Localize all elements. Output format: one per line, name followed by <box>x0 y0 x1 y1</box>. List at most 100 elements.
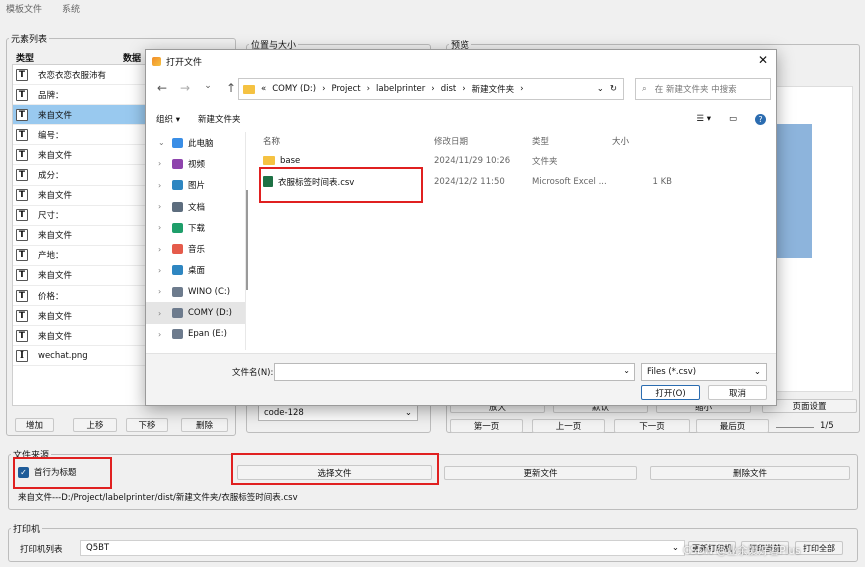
menu-template-file[interactable]: 模板文件 <box>6 2 42 15</box>
chevron-right-icon[interactable]: › <box>158 223 167 232</box>
folder-icon <box>243 84 255 94</box>
breadcrumb-new-folder[interactable]: 新建文件夹 <box>472 83 515 95</box>
tree-item[interactable]: › Epan (E:) <box>146 324 245 345</box>
chevron-right-icon[interactable]: › <box>158 309 167 318</box>
move-up-button[interactable]: 上移 <box>73 418 117 432</box>
tree-item[interactable]: ⌄ 此电脑 <box>146 132 245 153</box>
tree-item[interactable]: › 音乐 <box>146 238 245 259</box>
cancel-button[interactable]: 取消 <box>708 385 767 400</box>
tree-item[interactable]: › 下载 <box>146 217 245 238</box>
filetype-select[interactable]: Files (*.csv) ⌄ <box>641 363 767 381</box>
breadcrumb-dist[interactable]: dist <box>441 84 457 94</box>
organize-menu[interactable]: 组织 ▾ <box>156 113 180 125</box>
tree-item[interactable]: › 桌面 <box>146 260 245 281</box>
tree-item-label: 文档 <box>188 202 206 213</box>
col-kind[interactable]: 类型 <box>532 135 612 147</box>
page-slider[interactable] <box>776 427 814 428</box>
print-all-button[interactable]: 打印全部 <box>795 541 843 555</box>
image-element-icon: I <box>16 349 28 362</box>
printer-title: 打印机 <box>13 525 41 535</box>
page-indicator: 1/5 <box>820 421 834 431</box>
highlight-checkbox <box>13 457 112 489</box>
breadcrumb-project[interactable]: Project <box>332 84 361 94</box>
chevron-right-icon[interactable]: › <box>158 287 167 296</box>
tree-item-label: Epan (E:) <box>188 329 227 340</box>
tree-item-label: 视频 <box>188 159 206 170</box>
help-icon[interactable]: ? <box>755 113 766 125</box>
chevron-down-icon[interactable]: ⌄ <box>623 366 630 375</box>
breadcrumb-drive[interactable]: COMY (D:) <box>272 84 316 94</box>
highlight-csv-file <box>259 167 423 203</box>
breadcrumb-overflow[interactable]: « <box>261 84 266 94</box>
search-icon: ⌕ <box>642 84 647 94</box>
printer-select[interactable]: Q5BT ⌄ <box>80 540 685 556</box>
chevron-right-icon[interactable]: › <box>158 266 167 275</box>
col-name[interactable]: 名称 <box>251 135 434 147</box>
element-row-value: 来自文件 <box>38 311 73 322</box>
printer-list-label: 打印机列表 <box>20 545 63 555</box>
close-icon[interactable]: ✕ <box>758 53 768 67</box>
breadcrumb-sep-icon: › <box>520 84 524 94</box>
drive-icon <box>172 329 183 340</box>
open-button[interactable]: 打开(O) <box>641 385 700 400</box>
music-icon <box>172 244 183 255</box>
file-date: 2024/12/2 11:50 <box>434 176 505 187</box>
chevron-right-icon[interactable]: › <box>158 181 167 190</box>
text-element-icon: T <box>16 68 28 81</box>
tree-item-label: 桌面 <box>188 266 206 277</box>
text-element-icon: T <box>16 329 28 342</box>
printer-selected-value: Q5BT <box>86 543 110 553</box>
tree-item[interactable]: › 视频 <box>146 153 245 174</box>
col-size[interactable]: 大小 <box>612 135 652 147</box>
tree-item-label: 下载 <box>188 223 206 234</box>
filename-input[interactable]: ⌄ <box>274 363 635 381</box>
barcode-type-select[interactable]: code-128 ⌄ <box>258 405 418 421</box>
open-file-dialog: 打开文件 ✕ ← → ⌄ ↑ « COMY (D:) › Project › l… <box>145 49 777 406</box>
chevron-right-icon[interactable]: › <box>158 330 167 339</box>
first-page-button[interactable]: 第一页 <box>450 419 523 433</box>
highlight-select-file <box>231 453 439 485</box>
tree-item[interactable]: › 图片 <box>146 175 245 196</box>
dropdown-chevron-icon[interactable]: ⌄ <box>198 81 218 95</box>
pc-icon <box>172 137 183 148</box>
delete-file-button[interactable]: 删除文件 <box>650 466 850 480</box>
tree-item[interactable]: › 文档 <box>146 196 245 217</box>
text-element-icon: T <box>16 169 28 182</box>
back-arrow-icon[interactable]: ← <box>152 81 172 95</box>
element-row-value: 来自文件 <box>38 110 73 121</box>
refresh-icon[interactable]: ↻ <box>610 84 617 94</box>
file-list: 名称 修改日期 类型 大小 base 2024/11/29 10:26 文件夹 衣服标… <box>251 132 774 350</box>
view-menu-icon[interactable]: ☰ ▾ <box>696 114 711 124</box>
video-icon <box>172 158 183 169</box>
text-element-icon: T <box>16 189 28 202</box>
chevron-right-icon[interactable]: › <box>158 159 167 168</box>
element-row-value: 来自文件 <box>38 150 73 161</box>
chevron-right-icon[interactable]: › <box>158 245 167 254</box>
chevron-down-icon[interactable]: ⌄ <box>158 138 167 147</box>
update-file-button[interactable]: 更新文件 <box>444 466 637 480</box>
desktop-icon <box>172 265 183 276</box>
tree-item[interactable]: › COMY (D:) <box>146 302 245 324</box>
tree-scrollbar[interactable] <box>246 190 248 290</box>
col-date[interactable]: 修改日期 <box>434 135 532 147</box>
address-dropdown-icon[interactable]: ⌄ <box>597 84 604 94</box>
breadcrumb-labelprinter[interactable]: labelprinter <box>376 84 425 94</box>
chevron-right-icon[interactable]: › <box>158 202 167 211</box>
preview-pane-icon[interactable]: ▭ <box>729 114 737 124</box>
text-element-icon: T <box>16 229 28 242</box>
move-down-button[interactable]: 下移 <box>126 418 168 432</box>
menu-system[interactable]: 系统 <box>62 2 80 15</box>
address-bar[interactable]: « COMY (D:) › Project › labelprinter › d… <box>238 78 624 100</box>
last-page-button[interactable]: 最后页 <box>696 419 769 433</box>
search-box[interactable]: ⌕ 在 新建文件夹 中搜索 <box>635 78 771 100</box>
forward-arrow-icon[interactable]: → <box>175 81 195 95</box>
prev-page-button[interactable]: 上一页 <box>532 419 605 433</box>
new-folder-button[interactable]: 新建文件夹 <box>198 113 241 125</box>
delete-element-button[interactable]: 删除 <box>181 418 228 432</box>
menu-bar: 模板文件 系统 <box>0 0 865 16</box>
tree-item[interactable]: › WINO (C:) <box>146 281 245 302</box>
file-name-cell: base <box>251 156 434 166</box>
add-element-button[interactable]: 增加 <box>15 418 54 432</box>
next-page-button[interactable]: 下一页 <box>614 419 690 433</box>
tree-item-label: COMY (D:) <box>188 308 232 319</box>
